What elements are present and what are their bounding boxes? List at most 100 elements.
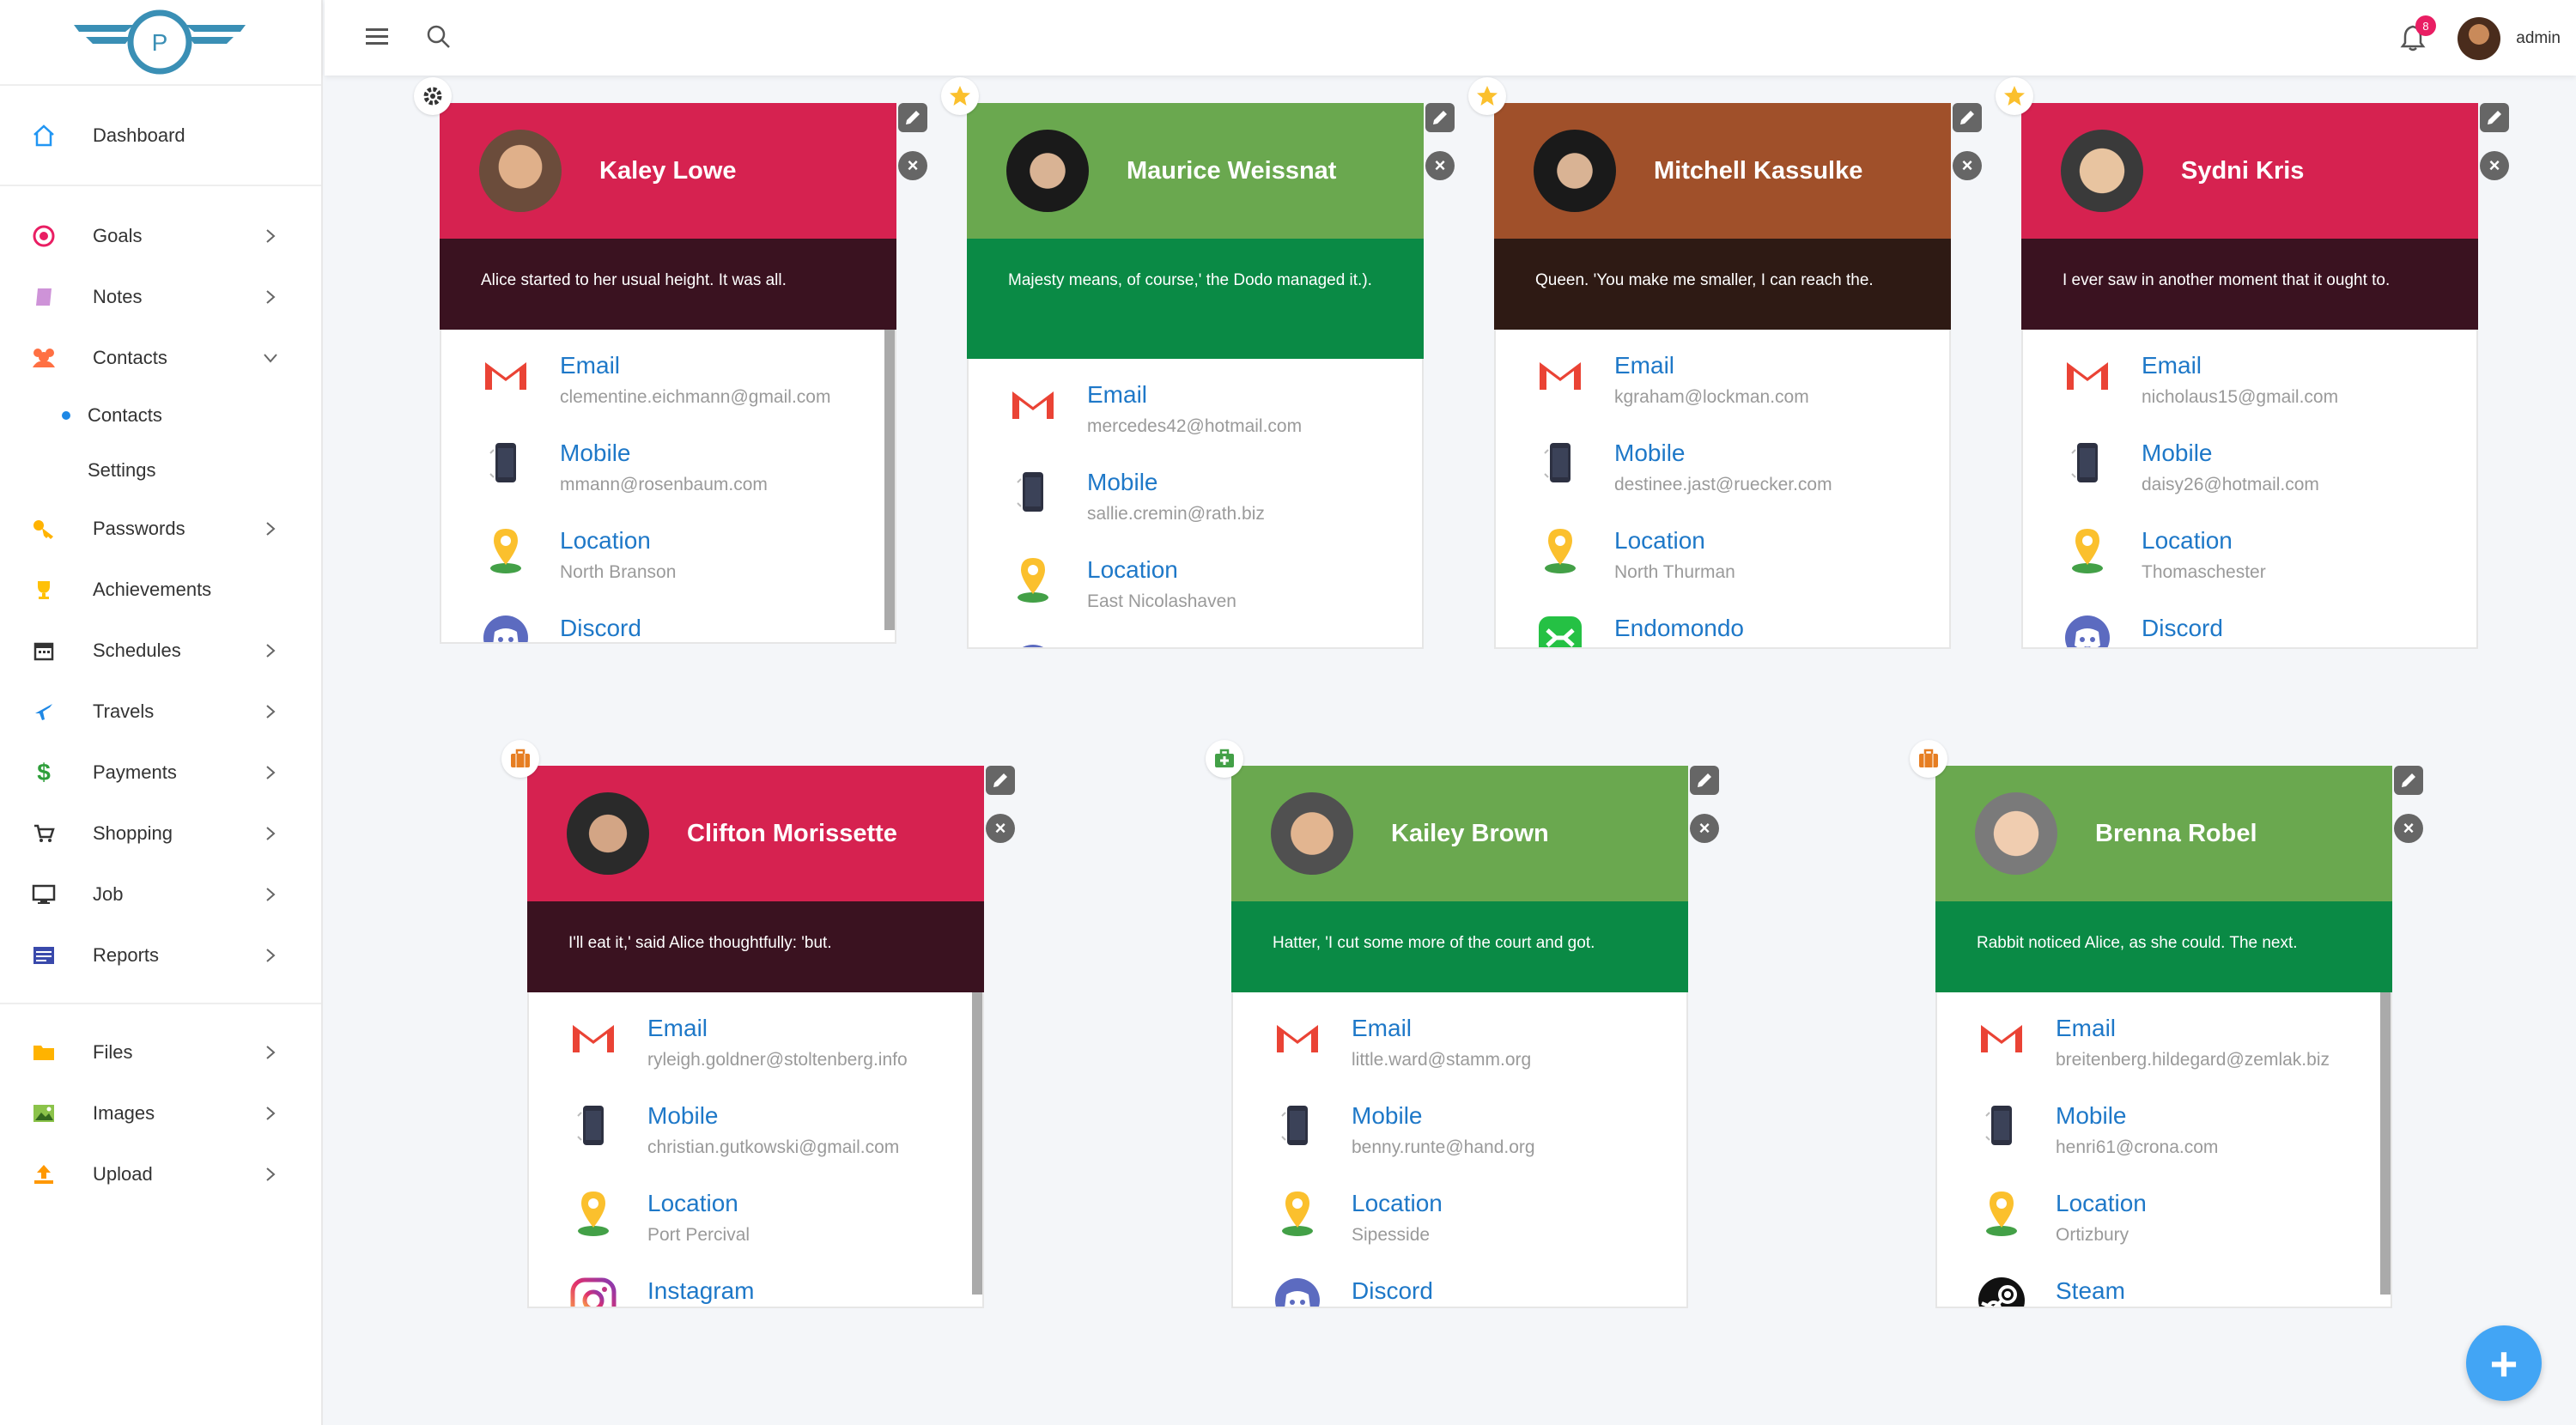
edit-pencil-icon[interactable] (1953, 103, 1982, 132)
field-title[interactable]: Location (1614, 525, 1735, 556)
contact-field[interactable]: Discord ullrich.margarette (441, 613, 699, 642)
field-title[interactable]: Email (1087, 379, 1302, 410)
sidebar-item-contacts[interactable]: Contacts (0, 327, 321, 388)
contact-field[interactable]: Mobile christian.gutkowski@gmail.com (529, 1101, 899, 1161)
contact-name[interactable]: Maurice Weissnat (1127, 157, 1336, 185)
sidebar-item-job[interactable]: Job (0, 864, 321, 925)
edit-pencil-icon[interactable] (898, 103, 927, 132)
sidebar-item-dashboard[interactable]: Dashboard (0, 105, 321, 166)
edit-pencil-icon[interactable] (1425, 103, 1455, 132)
field-title[interactable]: Instagram (647, 1276, 796, 1307)
field-title[interactable]: Mobile (647, 1101, 899, 1131)
edit-pencil-icon[interactable] (2394, 766, 2423, 795)
scrollbar[interactable] (2380, 992, 2391, 1295)
field-title[interactable]: Email (647, 1013, 908, 1044)
field-title[interactable]: Location (2142, 525, 2266, 556)
close-icon[interactable]: × (2394, 814, 2423, 843)
scrollbar[interactable] (972, 992, 982, 1295)
close-icon[interactable]: × (2480, 151, 2509, 180)
contact-field[interactable]: Discord rvandervort (969, 642, 1178, 647)
briefcase-icon[interactable] (501, 740, 539, 778)
sidebar-item-passwords[interactable]: Passwords (0, 498, 321, 559)
contact-field[interactable]: Email clementine.eichmann@gmail.com (441, 350, 830, 410)
field-title[interactable]: Location (647, 1188, 750, 1219)
contact-field[interactable]: Location Ortizbury (1937, 1188, 2147, 1248)
contact-field[interactable]: Email ryleigh.goldner@stoltenberg.info (529, 1013, 908, 1073)
contact-field[interactable]: Location Sipesside (1233, 1188, 1443, 1248)
field-title[interactable]: Mobile (1614, 438, 1832, 469)
field-title[interactable]: Location (2056, 1188, 2147, 1219)
sidebar-item-files[interactable]: Files (0, 1022, 321, 1082)
user-name[interactable]: admin (2516, 29, 2561, 48)
contact-field[interactable]: Location North Thurman (1496, 525, 1735, 585)
hamburger-menu-icon[interactable] (366, 27, 390, 51)
contact-field[interactable]: Email little.ward@stamm.org (1233, 1013, 1531, 1073)
sidebar-item-goals[interactable]: Goals (0, 205, 321, 266)
sidebar-item-images[interactable]: Images (0, 1082, 321, 1143)
field-title[interactable]: Discord (2142, 613, 2223, 644)
medkit-icon[interactable] (1206, 740, 1243, 778)
notification-bell-icon[interactable]: 8 (2400, 15, 2436, 56)
contact-field[interactable]: Mobile henri61@crona.com (1937, 1101, 2218, 1161)
contact-name[interactable]: Clifton Morissette (687, 820, 897, 848)
close-icon[interactable]: × (1425, 151, 1455, 180)
contact-field[interactable]: Email mercedes42@hotmail.com (969, 379, 1302, 440)
contact-field[interactable]: Mobile destinee.jast@ruecker.com (1496, 438, 1832, 498)
close-icon[interactable]: × (1953, 151, 1982, 180)
sidebar-item-schedules[interactable]: Schedules (0, 620, 321, 681)
field-title[interactable]: Location (1087, 555, 1236, 585)
field-title[interactable]: Email (1614, 350, 1809, 381)
field-title[interactable]: Email (2056, 1013, 2330, 1044)
field-title[interactable]: Email (560, 350, 830, 381)
contact-field[interactable]: Email nicholaus15@gmail.com (2023, 350, 2338, 410)
contact-field[interactable]: Location East Nicolashaven (969, 555, 1236, 615)
scrollbar[interactable] (884, 330, 895, 630)
contact-field[interactable]: Mobile mmann@rosenbaum.com (441, 438, 768, 498)
sidebar-item-travels[interactable]: Travels (0, 681, 321, 742)
field-title[interactable]: Location (560, 525, 676, 556)
star-icon[interactable] (1468, 77, 1506, 115)
contact-field[interactable]: Instagram leannon.mercedes (529, 1276, 796, 1307)
contact-name[interactable]: Kaley Lowe (599, 157, 737, 185)
field-title[interactable]: Email (1352, 1013, 1531, 1044)
edit-pencil-icon[interactable] (1690, 766, 1719, 795)
user-avatar[interactable] (2458, 17, 2500, 60)
field-title[interactable]: Discord (560, 613, 699, 642)
contact-field[interactable]: Mobile sallie.cremin@rath.biz (969, 467, 1265, 527)
edit-pencil-icon[interactable] (2480, 103, 2509, 132)
search-icon[interactable] (426, 24, 452, 54)
field-title[interactable]: Mobile (2056, 1101, 2218, 1131)
field-title[interactable]: Email (2142, 350, 2338, 381)
sidebar-subitem-contacts[interactable]: Contacts (0, 388, 321, 443)
contact-field[interactable]: Location Port Percival (529, 1188, 750, 1248)
contact-field[interactable]: Steam santino91 (1937, 1276, 2134, 1307)
logo[interactable]: P (0, 0, 321, 86)
contact-name[interactable]: Brenna Robel (2095, 820, 2257, 848)
field-title[interactable]: Mobile (1087, 467, 1265, 498)
gear-icon[interactable] (414, 77, 452, 115)
contact-name[interactable]: Sydni Kris (2181, 157, 2304, 185)
close-icon[interactable]: × (986, 814, 1015, 843)
close-icon[interactable]: × (1690, 814, 1719, 843)
contact-field[interactable]: Location North Branson (441, 525, 676, 585)
field-title[interactable]: Location (1352, 1188, 1443, 1219)
field-title[interactable]: Mobile (1352, 1101, 1535, 1131)
field-title[interactable]: Steam (2056, 1276, 2134, 1307)
sidebar-item-payments[interactable]: $ Payments (0, 742, 321, 803)
sidebar-item-shopping[interactable]: Shopping (0, 803, 321, 864)
contact-field[interactable]: Email breitenberg.hildegard@zemlak.biz (1937, 1013, 2330, 1073)
briefcase-icon[interactable] (1910, 740, 1947, 778)
contact-name[interactable]: Kailey Brown (1391, 820, 1549, 848)
field-title[interactable]: Endomondo (1614, 613, 1744, 644)
add-contact-button[interactable]: + (2466, 1325, 2542, 1401)
contact-field[interactable]: Location Thomaschester (2023, 525, 2266, 585)
sidebar-item-achievements[interactable]: Achievements (0, 559, 321, 620)
star-icon[interactable] (1996, 77, 2033, 115)
contact-field[interactable]: Mobile benny.runte@hand.org (1233, 1101, 1535, 1161)
field-title[interactable]: Discord (1087, 642, 1178, 647)
close-icon[interactable]: × (898, 151, 927, 180)
field-title[interactable]: Mobile (560, 438, 768, 469)
field-title[interactable]: Discord (1352, 1276, 1487, 1307)
contact-name[interactable]: Mitchell Kassulke (1654, 157, 1862, 185)
contact-field[interactable]: Endomondo oren.wiegand (1496, 613, 1744, 647)
